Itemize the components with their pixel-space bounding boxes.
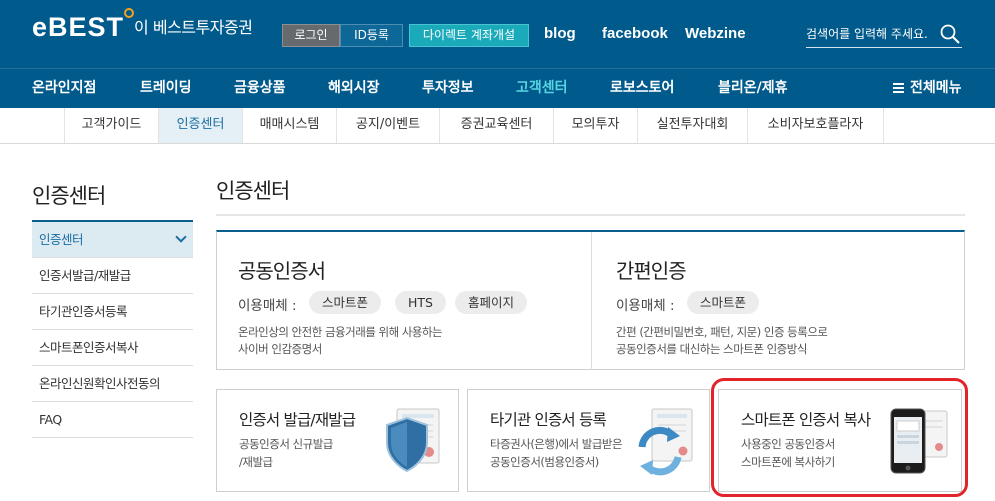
page-title: 인증센터 (216, 179, 290, 203)
shield-certificate-icon (386, 408, 440, 473)
logo-ring-icon (124, 8, 134, 18)
search-box (806, 22, 962, 48)
sidebar-item-smartphone-copy[interactable]: 스마트폰인증서복사 (32, 330, 193, 366)
id-register-button[interactable]: ID등록 (340, 24, 403, 47)
sub-nav: 고객가이드 인증센터 매매시스템 공지/이벤트 증권교육센터 모의투자 실전투자… (0, 108, 995, 144)
sidebar-item-online-identity[interactable]: 온라인신원확인사전동의 (32, 366, 193, 402)
simple-auth-desc-line: 공동인증서를 대신하는 스마트폰 인증방식 (616, 342, 807, 356)
nav-financial-products[interactable]: 금융상품 (234, 69, 286, 108)
nav-overseas-market[interactable]: 해외시장 (328, 69, 380, 108)
title-divider (216, 214, 965, 216)
nav-investment-info[interactable]: 투자정보 (422, 69, 474, 108)
all-menu-label: 전체메뉴 (910, 80, 962, 96)
hamburger-icon (893, 83, 904, 93)
card-desc-line: /재발급 (239, 455, 273, 469)
search-input[interactable] (806, 22, 936, 46)
joint-cert-desc-line: 온라인상의 안전한 금융거래를 위해 사용하는 (238, 325, 443, 339)
subnav-real-contest[interactable]: 실전투자대회 (637, 108, 747, 143)
nav-robo-store[interactable]: 로보스토어 (610, 69, 674, 108)
joint-cert-panel: 공동인증서 이용매체 : 스마트폰 HTS 홈페이지 온라인상의 안전한 금융거… (217, 232, 591, 370)
main-nav: 온라인지점 트레이딩 금융상품 해외시장 투자정보 고객센터 로보스토어 블리온… (0, 68, 995, 108)
joint-cert-desc: 온라인상의 안전한 금융거래를 위해 사용하는 사이버 인감증명서 (238, 324, 443, 358)
simple-auth-media-label: 이용매체 : (616, 298, 675, 314)
nav-trading[interactable]: 트레이딩 (140, 69, 192, 108)
sidebar-item-faq[interactable]: FAQ (32, 402, 193, 438)
simple-auth-panel: 간편인증 이용매체 : 스마트폰 간편 (간편비밀번호, 패턴, 지문) 인증 … (592, 232, 964, 370)
cert-type-box: 공동인증서 이용매체 : 스마트폰 HTS 홈페이지 온라인상의 안전한 금융거… (216, 230, 965, 370)
blog-link[interactable]: blog (544, 25, 576, 42)
facebook-link[interactable]: facebook (602, 25, 668, 42)
subnav-notice-event[interactable]: 공지/이벤트 (336, 108, 439, 143)
sidebar-item-cert-center[interactable]: 인증센터 (32, 222, 193, 258)
media-chip-hts: HTS (395, 291, 446, 314)
card-title: 타기관 인증서 등록 (490, 411, 607, 429)
subnav-customer-guide[interactable]: 고객가이드 (64, 108, 158, 143)
joint-cert-title: 공동인증서 (238, 259, 326, 283)
card-title: 인증서 발급/재발급 (239, 411, 356, 429)
nav-bullion-partner[interactable]: 블리온/제휴 (718, 69, 788, 108)
sidebar-menu: 인증센터 인증서발급/재발급 타기관인증서등록 스마트폰인증서복사 온라인신원확… (32, 220, 193, 438)
card-desc-line: 타증권사(은행)에서 발급받은 (490, 437, 623, 451)
card-desc: 타증권사(은행)에서 발급받은 공동인증서(범용인증서) (490, 435, 623, 471)
open-account-button[interactable]: 다이렉트 계좌개설 (409, 24, 529, 47)
simple-auth-desc: 간편 (간편비밀번호, 패턴, 지문) 인증 등록으로 공동인증서를 대신하는 … (616, 324, 828, 358)
subnav-education-center[interactable]: 증권교육센터 (439, 108, 553, 143)
joint-cert-desc-line: 사이버 인감증명서 (238, 342, 322, 356)
media-chip-homepage: 홈페이지 (455, 291, 528, 314)
subnav-cert-center[interactable]: 인증센터 (158, 108, 242, 143)
card-other-institution[interactable]: 타기관 인증서 등록 타증권사(은행)에서 발급받은 공동인증서(범용인증서) (467, 389, 710, 492)
subnav-trading-system[interactable]: 매매시스템 (242, 108, 336, 143)
sidebar-item-label: 인증센터 (39, 232, 84, 247)
all-menu-button[interactable]: 전체메뉴 (893, 69, 962, 108)
subnav-mock-investment[interactable]: 모의투자 (553, 108, 637, 143)
top-header: eBEST 이 베스트투자증권 로그인 ID등록 다이렉트 계좌개설 blog … (0, 0, 995, 68)
media-chip-smartphone: 스마트폰 (309, 291, 382, 314)
search-icon[interactable] (938, 22, 962, 46)
ebest-logo[interactable]: eBEST 이 베스트투자증권 (32, 8, 253, 42)
sidebar-item-other-institution[interactable]: 타기관인증서등록 (32, 294, 193, 330)
card-desc-line: 공동인증서(범용인증서) (490, 455, 599, 469)
card-desc: 공동인증서 신규발급 /재발급 (239, 435, 333, 471)
sync-certificate-icon (638, 408, 693, 476)
subnav-consumer-protection[interactable]: 소비자보호플라자 (747, 108, 884, 143)
card-issue-reissue[interactable]: 인증서 발급/재발급 공동인증서 신규발급 /재발급 (216, 389, 459, 492)
highlight-box (711, 378, 968, 497)
sidebar-title: 인증센터 (32, 184, 106, 208)
nav-online-branch[interactable]: 온라인지점 (32, 69, 96, 108)
login-button[interactable]: 로그인 (282, 24, 340, 47)
sidebar-item-issue-reissue[interactable]: 인증서발급/재발급 (32, 258, 193, 294)
joint-cert-media-label: 이용매체 : (238, 298, 297, 314)
card-desc-line: 공동인증서 신규발급 (239, 437, 333, 451)
nav-customer-center[interactable]: 고객센터 (516, 69, 568, 108)
media-chip-smartphone: 스마트폰 (687, 291, 760, 314)
logo-mark: eBEST (32, 12, 125, 42)
chevron-down-icon (175, 231, 187, 243)
webzine-link[interactable]: Webzine (685, 25, 746, 42)
simple-auth-title: 간편인증 (616, 259, 687, 283)
logo-text: 이 베스트투자증권 (134, 18, 253, 37)
simple-auth-desc-line: 간편 (간편비밀번호, 패턴, 지문) 인증 등록으로 (616, 325, 828, 339)
